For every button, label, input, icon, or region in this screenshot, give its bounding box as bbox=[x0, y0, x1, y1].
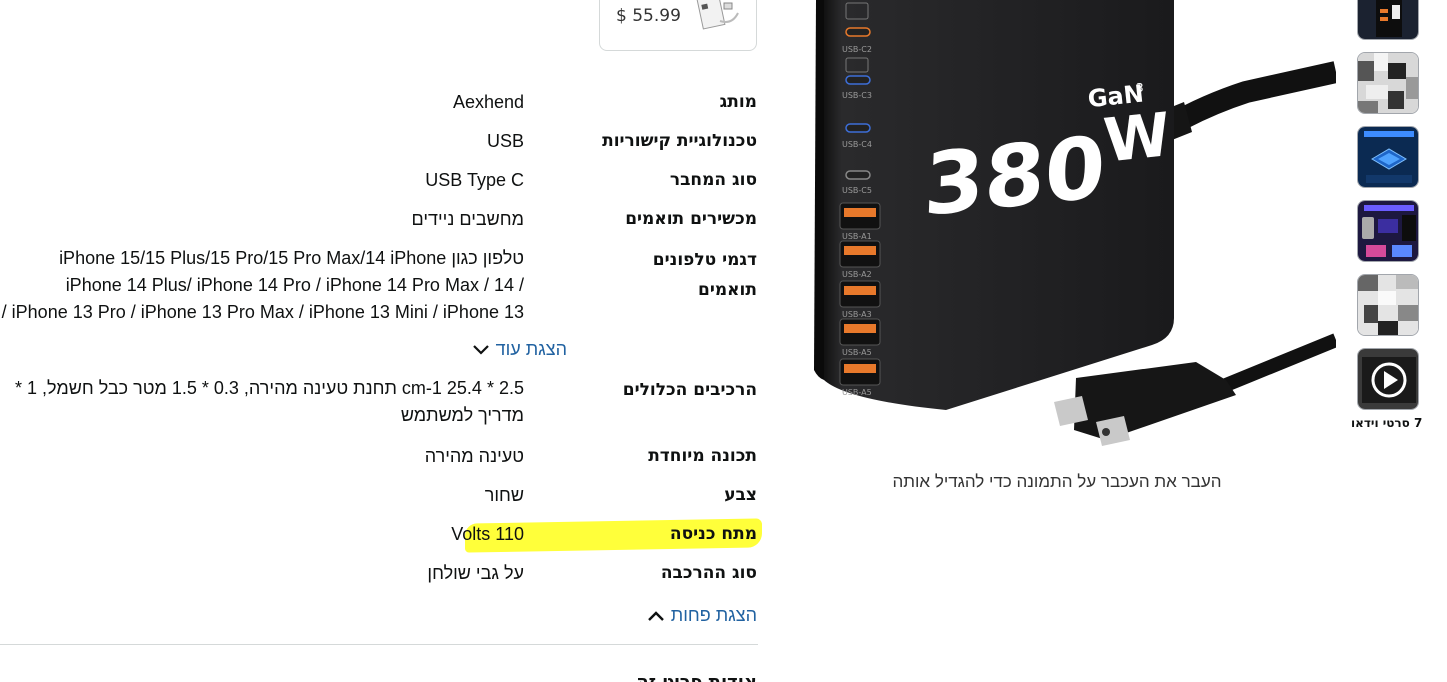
spec-row-included: הרכיבים הכלולים 2.5 * 25.4 cm-1 תחנת טעי… bbox=[0, 375, 757, 429]
port-label: USB-A5 bbox=[842, 388, 872, 397]
chip-thumbnail-icon bbox=[1358, 127, 1418, 187]
gan-superscript-text: 3 bbox=[1136, 81, 1144, 95]
spec-label: תכונה מיוחדת bbox=[648, 446, 757, 466]
spec-row-mounting: סוג ההרכבה על גבי שולחן bbox=[0, 563, 757, 584]
wattage-text: 380 bbox=[922, 118, 1107, 236]
port-label: USB-A1 bbox=[842, 232, 872, 241]
image-hover-caption: העבר את העכבר על התמונה כדי להגדיל אותה bbox=[892, 472, 1222, 491]
spec-value: על גבי שולחן bbox=[427, 563, 524, 583]
spec-row-brand: מותג Aexhend bbox=[0, 92, 757, 113]
spec-value: USB Type C bbox=[425, 170, 524, 190]
spec-label: מתח כניסה bbox=[669, 524, 757, 544]
port-label: USB-C5 bbox=[842, 186, 872, 195]
spec-label: מותג bbox=[719, 92, 757, 112]
see-less-label: הצגת פחות bbox=[670, 605, 757, 625]
spec-value-line: iPho / iPhone 13 Pro / iPhone 13 Pro Max… bbox=[0, 302, 524, 322]
price-text: $ 55.99 bbox=[616, 6, 681, 26]
spec-label: צבע bbox=[724, 485, 757, 505]
charger-thumbnail-icon bbox=[1358, 0, 1418, 39]
spec-row-phone-models: דגמי טלפונים תואמים טלפון כגון iPhone 15… bbox=[0, 245, 757, 326]
spec-row-color: צבע שחור bbox=[0, 485, 757, 506]
spec-label: מכשירים תואמים bbox=[625, 209, 757, 229]
spec-value: 110 Volts bbox=[451, 524, 524, 544]
spec-value: 2.5 * 25.4 cm-1 תחנת טעינה מהירה, 0.3 * … bbox=[0, 375, 567, 429]
spec-label: סוג המחבר bbox=[669, 170, 757, 190]
chevron-down-icon bbox=[472, 344, 489, 355]
spec-value-line: 2.5 * 25.4 cm-1 תחנת טעינה מהירה, 0.3 * … bbox=[14, 378, 524, 398]
spec-row-input-voltage: מתח כניסה 110 Volts bbox=[0, 524, 757, 545]
spec-value-line: / iPhone 14 Plus/ iPhone 14 Pro / iPhone… bbox=[65, 275, 524, 295]
see-more-link[interactable]: הצגת עוד bbox=[472, 339, 567, 360]
port-label: USB-C4 bbox=[842, 140, 872, 149]
port-label: USB-A5 bbox=[842, 348, 872, 357]
spec-label-line: תואמים bbox=[698, 280, 757, 300]
main-product-image[interactable]: 380 W GaN 3 USB-C2 USB-C3 USB-C4 USB-C5 … bbox=[806, 0, 1339, 470]
price-card[interactable]: $ 55.99 bbox=[599, 0, 757, 51]
chevron-up-icon bbox=[647, 610, 664, 621]
video-count-label[interactable]: 7 סרטי וידאו bbox=[1351, 416, 1422, 430]
spec-value-line: טלפון כגון iPhone 15/15 Plus/15 Pro/15 P… bbox=[59, 248, 524, 268]
see-less-link[interactable]: הצגת פחות bbox=[647, 605, 757, 626]
thumbnail-4[interactable] bbox=[1357, 200, 1419, 262]
see-more-label: הצגת עוד bbox=[495, 339, 567, 359]
port-label: USB-A2 bbox=[842, 270, 872, 279]
spec-label: דגמי טלפונים תואמים bbox=[567, 245, 757, 326]
port-label: USB-C2 bbox=[842, 45, 872, 54]
section-divider bbox=[0, 644, 758, 645]
wattage-unit-text: W bbox=[1101, 100, 1174, 177]
thumbnail-3[interactable] bbox=[1357, 126, 1419, 188]
spec-value: שחור bbox=[484, 485, 524, 505]
about-item-heading: אודות פריט זה bbox=[636, 672, 757, 682]
pixelated-thumbnail-icon bbox=[1358, 275, 1418, 335]
spec-value: טעינה מהירה bbox=[424, 446, 524, 466]
spec-value: USB bbox=[486, 131, 524, 151]
charger-illustration: 380 W GaN 3 USB-C2 USB-C3 USB-C4 USB-C5 … bbox=[814, 0, 1339, 446]
devices-thumbnail-icon bbox=[1358, 201, 1418, 261]
spec-label-line: דגמי טלפונים bbox=[652, 250, 757, 270]
spec-label: טכנולוגיית קישוריות bbox=[602, 131, 757, 151]
spec-label: סוג ההרכבה bbox=[660, 563, 757, 583]
spec-row-connector: סוג המחבר USB Type C bbox=[0, 170, 757, 191]
play-video-icon bbox=[1358, 349, 1418, 409]
video-thumbnail[interactable] bbox=[1357, 348, 1419, 410]
port-label: USB-C3 bbox=[842, 91, 872, 100]
spec-row-devices: מכשירים תואמים מחשבים ניידים bbox=[0, 209, 758, 230]
thumbnail-5[interactable] bbox=[1357, 274, 1419, 336]
thumbnail-1[interactable] bbox=[1357, 0, 1419, 40]
port-label: USB-A3 bbox=[842, 310, 872, 319]
pixelated-thumbnail-icon bbox=[1358, 53, 1418, 113]
spec-label: הרכיבים הכלולים bbox=[622, 380, 757, 400]
spec-value-line: מדריך למשתמש bbox=[400, 405, 524, 425]
spec-value: מחשבים ניידים bbox=[411, 209, 525, 229]
product-thumbnail-icon bbox=[696, 0, 739, 30]
spec-row-special-feature: תכונה מיוחדת טעינה מהירה bbox=[0, 446, 757, 467]
spec-value: Aexhend bbox=[452, 92, 524, 112]
spec-value: טלפון כגון iPhone 15/15 Plus/15 Pro/15 P… bbox=[0, 245, 567, 326]
thumbnail-2[interactable] bbox=[1357, 52, 1419, 114]
spec-row-connectivity: טכנולוגיית קישוריות USB bbox=[0, 131, 757, 152]
